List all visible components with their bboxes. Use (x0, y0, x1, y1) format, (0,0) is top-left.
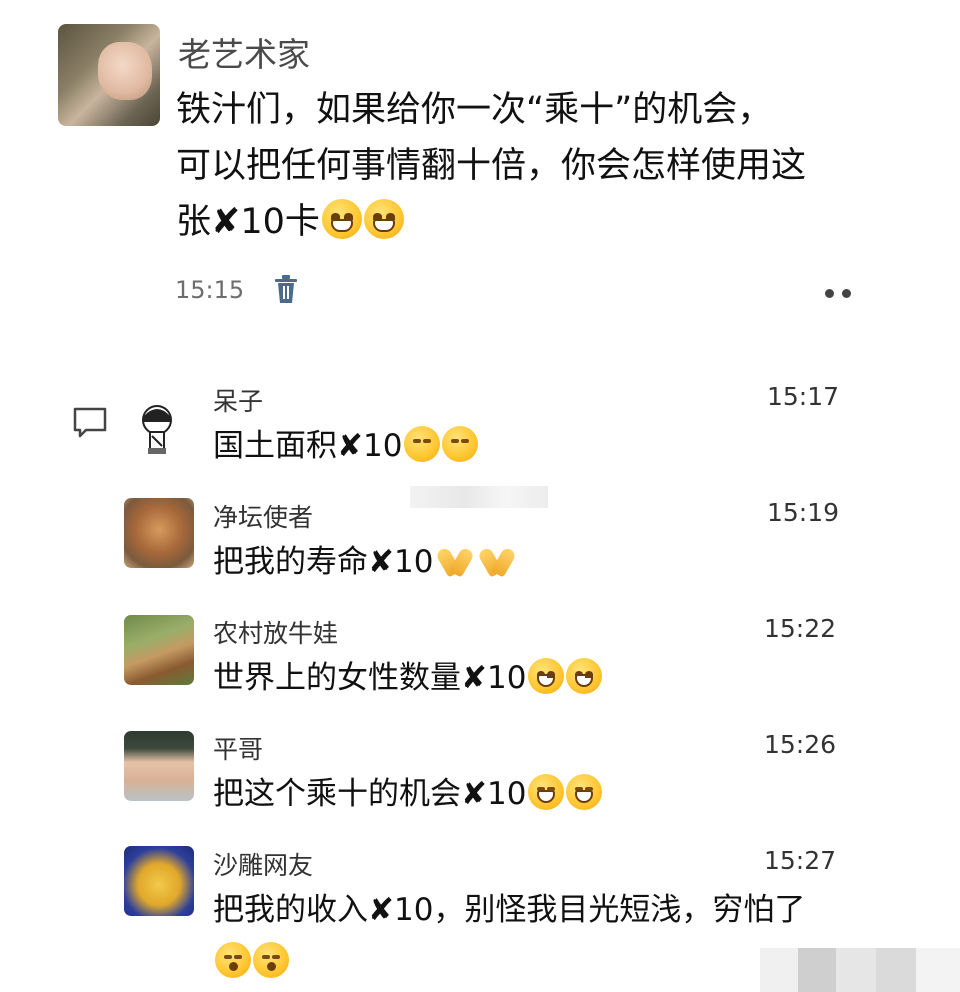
smirk-emoji-icon (363, 199, 404, 239)
comment-text-prefix: 把这个乘十的机会 (213, 776, 461, 812)
commenter-avatar[interactable] (130, 402, 184, 458)
comment-timestamp: 15:26 (764, 730, 837, 759)
comment-timestamp: 15:22 (764, 614, 837, 643)
commenter-avatar[interactable] (124, 731, 194, 801)
praying-hands-icon (435, 546, 475, 578)
post-author-name[interactable]: 老艺术家 (178, 28, 310, 76)
post-text-line: 铁汁们，如果给你一次“乘十”的机会， (176, 90, 773, 130)
commenter-avatar[interactable] (124, 498, 194, 568)
comment-text: 世界上的女性数量✘10 (213, 652, 853, 704)
post-text: 铁汁们，如果给你一次“乘十”的机会， 可以把任何事情翻十倍，你会怎样使用这 张✘… (176, 82, 866, 250)
shock-emoji-icon (253, 942, 289, 978)
post-text-prefix: 张 (176, 202, 212, 242)
post-timestamp: 15:15 (175, 276, 245, 304)
grin-emoji-icon (528, 658, 565, 694)
comment-text-prefix: 把我的收入 (213, 892, 368, 928)
commenter-name[interactable]: 平哥 (213, 730, 263, 766)
comment-text-suffix: 10 (486, 776, 527, 812)
praying-hands-icon (477, 546, 517, 578)
comment-text: 把我的寿命✘10 (213, 536, 853, 588)
commenter-name[interactable]: 呆子 (213, 382, 263, 418)
multiply-mark: ✘ (211, 202, 241, 242)
shock-emoji-icon (215, 942, 251, 978)
smirk-emoji-icon (321, 199, 362, 239)
post-text-suffix: 10卡 (240, 202, 320, 242)
comment-icon[interactable] (72, 406, 108, 438)
smirk-emoji-icon (404, 426, 441, 462)
grin-emoji-icon (566, 658, 603, 694)
blush-emoji-icon (566, 774, 603, 810)
trash-icon[interactable] (273, 274, 299, 304)
smirk-emoji-icon (442, 426, 479, 462)
comment-text-suffix: 10，别怪我目光短浅，穷怕了 (393, 892, 806, 928)
post-author-avatar[interactable] (58, 24, 160, 126)
comment-text-prefix: 世界上的女性数量 (213, 660, 461, 696)
comment-timestamp: 15:17 (767, 382, 840, 411)
comment-text-prefix: 把我的寿命 (213, 544, 368, 580)
commenter-name[interactable]: 净坛使者 (213, 498, 313, 534)
post-text-line: 可以把任何事情翻十倍，你会怎样使用这 (176, 146, 807, 186)
post-text-line: 张✘10卡 (176, 194, 866, 250)
comment-text-suffix: 10 (393, 544, 434, 580)
comment-text-suffix: 10 (362, 428, 403, 464)
commenter-avatar[interactable] (124, 846, 194, 916)
comment-text-suffix: 10 (486, 660, 527, 696)
blurred-overlay (410, 486, 548, 508)
comment-text: 国土面积✘10 (213, 420, 853, 472)
more-options-icon[interactable] (825, 288, 853, 298)
commenter-name[interactable]: 农村放牛娃 (213, 614, 338, 650)
commenter-name[interactable]: 沙雕网友 (213, 846, 313, 882)
blush-emoji-icon (528, 774, 565, 810)
comment-timestamp: 15:19 (767, 498, 840, 527)
comment-timestamp: 15:27 (764, 846, 837, 875)
multiply-mark: ✘ (461, 660, 487, 696)
multiply-mark: ✘ (368, 544, 394, 580)
comment-text-prefix: 国土面积 (213, 428, 337, 464)
mosaic-overlay (760, 948, 960, 992)
multiply-mark: ✘ (368, 892, 394, 928)
multiply-mark: ✘ (337, 428, 363, 464)
comment-text: 把这个乘十的机会✘10 (213, 768, 853, 820)
comment-text: 把我的收入✘10，别怪我目光短浅，穷怕了 (213, 884, 853, 988)
multiply-mark: ✘ (461, 776, 487, 812)
commenter-avatar[interactable] (124, 615, 194, 685)
